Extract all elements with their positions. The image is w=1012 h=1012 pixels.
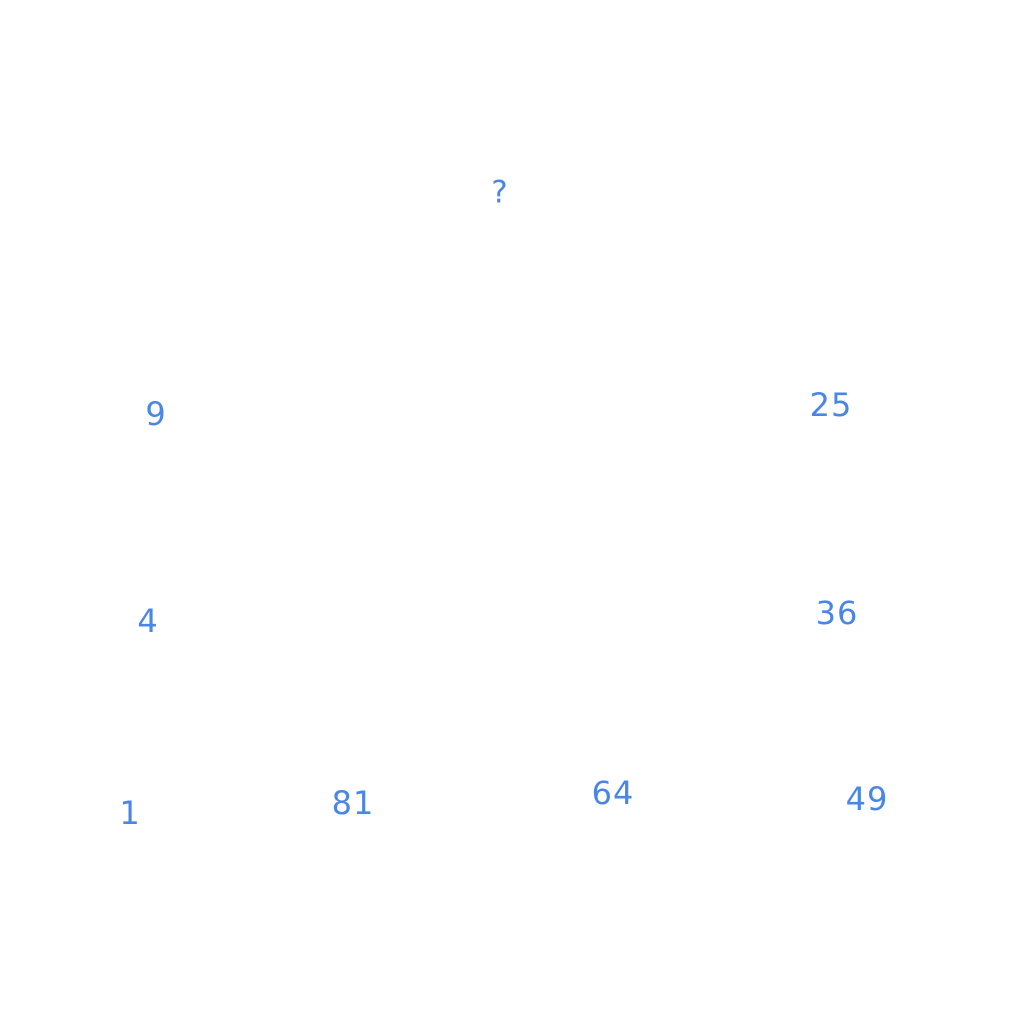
number-4: 4	[137, 602, 159, 640]
unknown-number: ?	[491, 174, 509, 211]
number-1: 1	[119, 794, 141, 832]
number-64: 64	[591, 774, 635, 812]
puzzle-canvas: ? 9 25 4 36 1 81 64 49	[0, 0, 1012, 1012]
number-25: 25	[809, 386, 853, 424]
number-49: 49	[845, 780, 889, 818]
number-81: 81	[331, 784, 375, 822]
number-36: 36	[815, 594, 859, 632]
number-9: 9	[145, 395, 167, 433]
